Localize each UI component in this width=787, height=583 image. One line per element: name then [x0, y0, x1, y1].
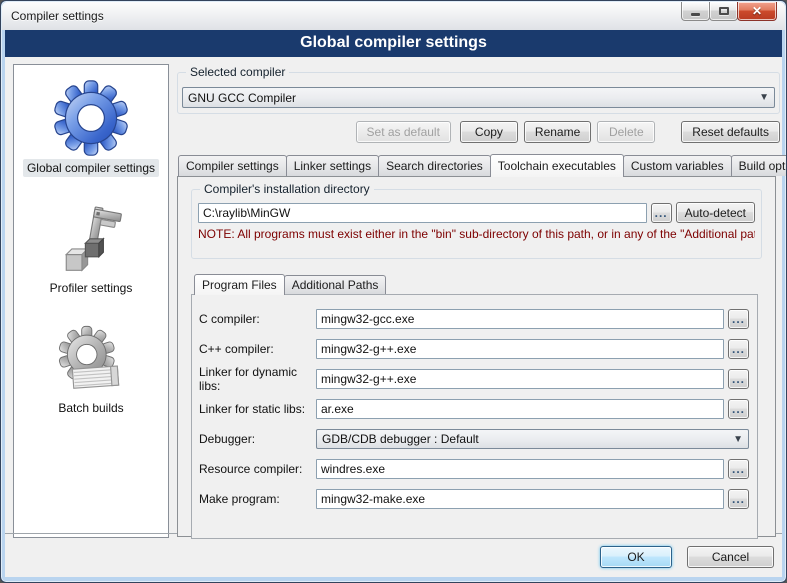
- dialog-client-area: Global compiler settings Global compiler…: [5, 30, 782, 577]
- field-row-make-program: Make program: ...: [199, 489, 749, 509]
- dynamic-linker-input[interactable]: [316, 369, 724, 389]
- titlebar: Compiler settings ✕: [2, 2, 785, 30]
- sidebar-item-label: Profiler settings: [46, 279, 137, 297]
- sidebar-item-label: Batch builds: [54, 399, 127, 417]
- sidebar-item-global-compiler-settings[interactable]: Global compiler settings: [14, 65, 168, 191]
- debugger-dropdown[interactable]: GDB/CDB debugger : Default ▼: [316, 429, 749, 449]
- close-button[interactable]: ✕: [737, 2, 777, 21]
- installation-directory-group: Compiler's installation directory ... Au…: [191, 189, 762, 259]
- field-label: Make program:: [199, 492, 316, 506]
- sidebar-item-label: Global compiler settings: [23, 159, 159, 177]
- cancel-button[interactable]: Cancel: [687, 546, 774, 568]
- field-label: Debugger:: [199, 432, 316, 446]
- installation-note: NOTE: All programs must exist either in …: [198, 227, 755, 241]
- ok-button[interactable]: OK: [600, 546, 672, 568]
- browse-directory-button[interactable]: ...: [651, 203, 672, 223]
- blue-gear-icon: [52, 79, 130, 157]
- field-row-dynamic-linker: Linker for dynamic libs: ...: [199, 369, 749, 389]
- sidebar-item-profiler-settings[interactable]: Profiler settings: [14, 191, 168, 311]
- page-title: Global compiler settings: [5, 30, 782, 57]
- browse-dynamic-linker-button[interactable]: ...: [728, 369, 749, 389]
- tab-build-options[interactable]: Build options: [731, 155, 787, 176]
- tab-toolchain-executables[interactable]: Toolchain executables: [490, 154, 624, 177]
- browse-static-linker-button[interactable]: ...: [728, 399, 749, 419]
- browse-c-compiler-button[interactable]: ...: [728, 309, 749, 329]
- compiler-settings-window: Compiler settings ✕ Global compiler sett…: [0, 0, 787, 583]
- field-label: C++ compiler:: [199, 342, 316, 356]
- field-row-static-linker: Linker for static libs: ...: [199, 399, 749, 419]
- chevron-down-icon: ▼: [733, 434, 743, 445]
- window-title: Compiler settings: [11, 9, 104, 23]
- chevron-down-icon: ▼: [759, 92, 769, 103]
- cpp-compiler-input[interactable]: [316, 339, 724, 359]
- field-row-cpp-compiler: C++ compiler: ...: [199, 339, 749, 359]
- programs-tabstrip: Program Files Additional Paths: [191, 273, 762, 294]
- minimize-button[interactable]: [681, 2, 710, 21]
- installation-directory-input[interactable]: [198, 203, 647, 223]
- browse-resource-compiler-button[interactable]: ...: [728, 459, 749, 479]
- browse-cpp-compiler-button[interactable]: ...: [728, 339, 749, 359]
- tab-linker-settings[interactable]: Linker settings: [286, 155, 379, 176]
- close-icon: ✕: [752, 4, 762, 18]
- make-program-input[interactable]: [316, 489, 724, 509]
- field-row-resource-compiler: Resource compiler: ...: [199, 459, 749, 479]
- selected-compiler-dropdown[interactable]: GNU GCC Compiler ▼: [182, 87, 775, 108]
- installation-directory-label: Compiler's installation directory: [200, 182, 374, 196]
- maximize-button[interactable]: [709, 2, 738, 21]
- delete-button[interactable]: Delete: [597, 121, 655, 143]
- maximize-icon: [719, 7, 729, 15]
- auto-detect-button[interactable]: Auto-detect: [676, 202, 755, 223]
- rename-button[interactable]: Rename: [524, 121, 591, 143]
- browse-make-program-button[interactable]: ...: [728, 489, 749, 509]
- caliper-icon: [55, 205, 127, 277]
- settings-category-list: Global compiler settings: [13, 64, 169, 538]
- field-label: Linker for static libs:: [199, 402, 316, 416]
- tab-compiler-settings[interactable]: Compiler settings: [178, 155, 287, 176]
- field-label: C compiler:: [199, 312, 316, 326]
- tab-additional-paths[interactable]: Additional Paths: [284, 275, 387, 294]
- field-label: Linker for dynamic libs:: [199, 365, 316, 393]
- static-linker-input[interactable]: [316, 399, 724, 419]
- copy-button[interactable]: Copy: [460, 121, 518, 143]
- minimize-icon: [691, 13, 700, 16]
- tab-program-files[interactable]: Program Files: [194, 274, 285, 295]
- dialog-footer: OK Cancel: [600, 546, 774, 568]
- selected-compiler-value: GNU GCC Compiler: [188, 91, 296, 105]
- selected-compiler-group-label: Selected compiler: [186, 65, 289, 79]
- main-panel: Selected compiler GNU GCC Compiler ▼ Set…: [177, 64, 780, 537]
- field-row-c-compiler: C compiler: ...: [199, 309, 749, 329]
- tab-custom-variables[interactable]: Custom variables: [623, 155, 732, 176]
- gray-gear-stack-icon: [55, 325, 127, 397]
- reset-defaults-button[interactable]: Reset defaults: [681, 121, 780, 143]
- field-label: Resource compiler:: [199, 462, 316, 476]
- debugger-value: GDB/CDB debugger : Default: [322, 432, 479, 446]
- selected-compiler-group: Selected compiler GNU GCC Compiler ▼: [177, 72, 780, 114]
- tab-search-directories[interactable]: Search directories: [378, 155, 491, 176]
- field-row-debugger: Debugger: GDB/CDB debugger : Default ▼: [199, 429, 749, 449]
- resource-compiler-input[interactable]: [316, 459, 724, 479]
- set-as-default-button[interactable]: Set as default: [356, 121, 451, 143]
- compiler-action-buttons: Set as default Copy Rename Delete Reset …: [177, 121, 780, 143]
- toolchain-executables-page: Compiler's installation directory ... Au…: [177, 176, 776, 537]
- program-files-panel: C compiler: ... C++ compiler: ... Linker…: [191, 294, 758, 539]
- c-compiler-input[interactable]: [316, 309, 724, 329]
- sidebar-item-batch-builds[interactable]: Batch builds: [14, 311, 168, 431]
- settings-tabstrip: Compiler settings Linker settings Search…: [177, 153, 780, 176]
- window-controls: ✕: [681, 2, 777, 21]
